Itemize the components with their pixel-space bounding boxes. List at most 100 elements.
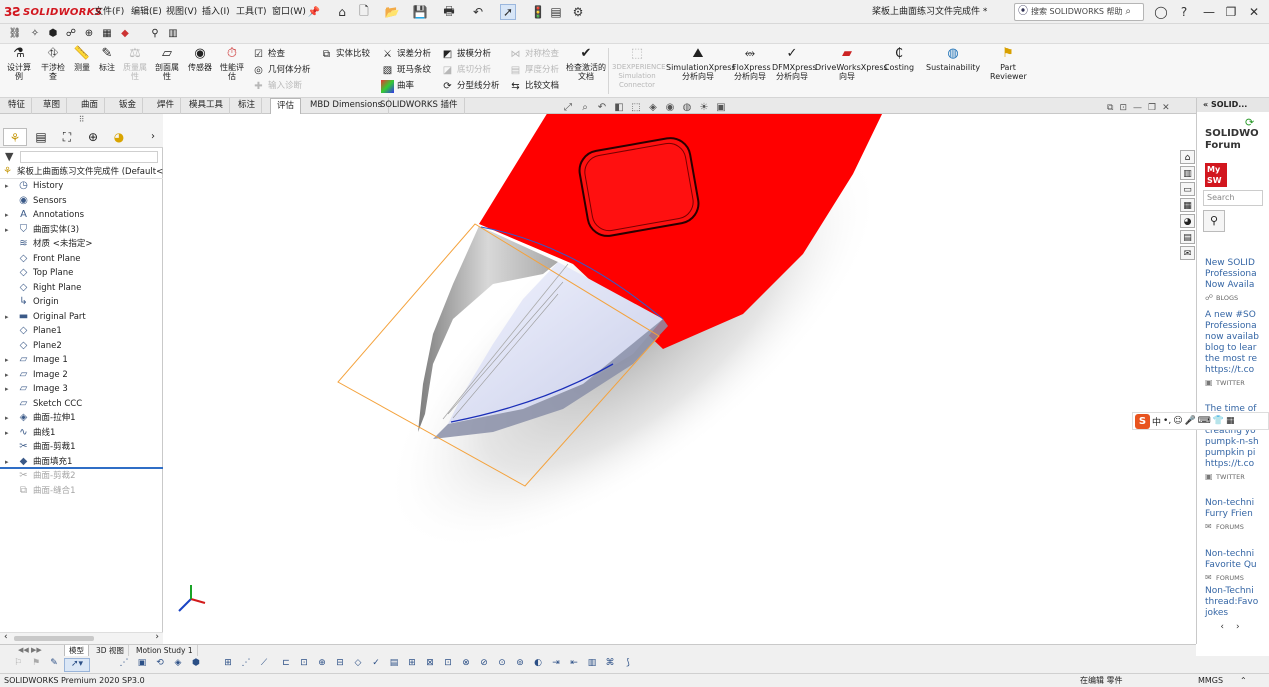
toolbar-icon-5[interactable]: ⊕	[82, 26, 96, 41]
tab-sketch[interactable]: 草图	[37, 98, 68, 114]
menu-file[interactable]: 文件(F)	[92, 4, 126, 20]
select-icon[interactable]: ➚	[500, 4, 516, 20]
markup-button[interactable]: ✎ 标注	[95, 46, 119, 72]
custom-properties-icon[interactable]: ▤	[1180, 230, 1195, 244]
expand-arrow-icon[interactable]: ▸	[5, 382, 9, 396]
tab-surfaces[interactable]: 曲面	[75, 98, 106, 114]
tree-item[interactable]: ▸ ◆ 曲面填充1	[0, 455, 163, 470]
expand-arrow-icon[interactable]: ▸	[5, 179, 9, 193]
scroll-left-icon[interactable]: ‹	[4, 632, 8, 642]
feed-item-text[interactable]: the most re	[1205, 354, 1257, 365]
tool-icon-32[interactable]: ⟆	[622, 658, 634, 672]
tool-icon-25[interactable]: ⊙	[496, 658, 508, 672]
tree-item[interactable]: ▸ ▱ Image 2	[0, 368, 163, 383]
toolbar-icon-7[interactable]: ◆	[118, 26, 132, 41]
view-settings-icon[interactable]: ▣	[713, 102, 729, 116]
tool-icon-21[interactable]: ⊠	[424, 658, 436, 672]
view-orientation-icon[interactable]: ⬚	[628, 102, 644, 116]
minimize-button[interactable]: —	[1198, 2, 1220, 22]
parting-line-analysis-button[interactable]: ⟳ 分型线分析	[441, 79, 499, 94]
feed-item-text[interactable]: https://t.co	[1205, 365, 1254, 376]
feed-item-text[interactable]: jokes	[1205, 608, 1228, 619]
tree-item[interactable]: ⧉ 曲面-缝合1	[0, 484, 163, 499]
new-file-icon[interactable]: 🗋	[356, 4, 372, 20]
expand-arrow-icon[interactable]: ▸	[5, 208, 9, 222]
home-icon[interactable]: ⌂	[334, 4, 350, 20]
tree-root[interactable]: ⚘ 桨板上曲面练习文件完成件 (Default<<Default	[0, 164, 163, 179]
sogou-logo-icon[interactable]: S	[1135, 413, 1150, 429]
ime-emoji-icon[interactable]: ☺	[1173, 416, 1182, 426]
mysolidworks-logo[interactable]: My SW	[1205, 163, 1227, 187]
tree-item[interactable]: ▸ ▱ Image 1	[0, 353, 163, 368]
horizontal-scrollbar[interactable]: ‹ ›	[0, 632, 163, 644]
viewport-close-icon[interactable]: ✕	[1162, 103, 1170, 117]
mass-properties-button[interactable]: ⚖ 质量属性	[120, 46, 150, 81]
tree-item[interactable]: ◉ Sensors	[0, 194, 163, 209]
tree-item[interactable]: ✂ 曲面-剪裁1	[0, 440, 163, 455]
interference-check-button[interactable]: ⛗ 干涉检查	[38, 46, 68, 81]
floxpress-button[interactable]: ⥈ FloXpress 分析向导	[732, 46, 771, 81]
zebra-stripes-button[interactable]: ▧ 斑马条纹	[381, 63, 431, 78]
menu-view[interactable]: 视图(V)	[164, 4, 199, 20]
tool-icon-27[interactable]: ◐	[532, 658, 544, 672]
tab-markup[interactable]: 标注	[232, 98, 263, 114]
viewport-restore-icon[interactable]: ❐	[1148, 103, 1156, 117]
tab-evaluate[interactable]: 评估	[270, 98, 302, 114]
deviation-analysis-button[interactable]: ⚔ 误差分析	[381, 47, 431, 62]
tree-item[interactable]: ▸ ⛉ 曲面实体(3)	[0, 223, 163, 238]
tree-item[interactable]: ▱ Sketch CCC	[0, 397, 163, 412]
tool-icon-24[interactable]: ⊘	[478, 658, 490, 672]
tool-icon-16[interactable]: ⊟	[334, 658, 346, 672]
symmetry-check-button[interactable]: ⋈ 对称检查	[509, 47, 560, 62]
tool-icon-18[interactable]: ✓	[370, 658, 382, 672]
view-palette-icon[interactable]: ▦	[1180, 198, 1195, 212]
feed-item-text[interactable]: A new #SO	[1205, 310, 1256, 321]
tool-icon-3[interactable]: ✎	[48, 658, 60, 672]
viewport-expand-icon[interactable]: ⊡	[1119, 103, 1127, 117]
toolbar-icon-3[interactable]: ⬢	[46, 26, 60, 41]
panel-grip[interactable]: ⠿	[0, 114, 163, 126]
undo-icon[interactable]: ↶	[470, 4, 486, 20]
tool-icon-2[interactable]: ⚑	[30, 658, 42, 672]
model-viewport[interactable]	[163, 114, 1196, 644]
tree-item[interactable]: ▸ ▬ Original Part	[0, 310, 163, 325]
task-pane-search-button[interactable]: ⚲	[1203, 210, 1225, 232]
menu-window[interactable]: 窗口(W)	[270, 4, 308, 20]
zoom-to-area-icon[interactable]: ⌕	[577, 102, 593, 116]
tree-item[interactable]: ◇ Plane2	[0, 339, 163, 354]
toolbar-icon-9[interactable]: ▥	[166, 26, 180, 41]
toolbar-icon-1[interactable]: ⛓	[8, 26, 22, 41]
section-view-icon[interactable]: ◧	[611, 102, 627, 116]
chevron-right-icon[interactable]: ›	[141, 128, 165, 146]
expand-arrow-icon[interactable]: ▸	[5, 223, 9, 237]
tool-icon-5[interactable]: ⋰	[118, 658, 130, 672]
status-units[interactable]: MMGS	[1198, 674, 1223, 687]
file-explorer-icon[interactable]: ▭	[1180, 182, 1195, 196]
tree-item[interactable]: ▸ ◈ 曲面-拉伸1	[0, 411, 163, 426]
design-study-button[interactable]: ⚗ 设计算例	[4, 46, 34, 81]
tool-icon-23[interactable]: ⊗	[460, 658, 472, 672]
toolbar-icon-4[interactable]: ☍	[64, 26, 78, 41]
tool-icon-9[interactable]: ⬢	[190, 658, 202, 672]
tab-solidworks-addins[interactable]: SOLIDWORKS 插件	[374, 98, 465, 114]
dfmxpress-button[interactable]: ✓ DFMXpress 分析向导	[772, 46, 817, 81]
feed-item-text[interactable]: https://t.co	[1205, 459, 1254, 470]
menu-tools[interactable]: 工具(T)	[234, 4, 269, 20]
restore-button[interactable]: ❐	[1220, 2, 1242, 22]
apply-scene-icon[interactable]: ☀	[696, 102, 712, 116]
graphics-area[interactable]	[163, 114, 1196, 644]
edit-appearance-icon[interactable]: ◍	[679, 102, 695, 116]
simulation-connector-button[interactable]: ⬚ 3DEXPERIENCE Simulation Connector	[612, 46, 666, 90]
tool-icon-30[interactable]: ▥	[586, 658, 598, 672]
viewport-tile-icon[interactable]: ⧉	[1107, 103, 1113, 117]
ime-punctuation-icon[interactable]: •,	[1163, 416, 1171, 426]
feed-item-text[interactable]: New SOLID	[1205, 258, 1255, 269]
previous-view-icon[interactable]: ↶	[594, 102, 610, 116]
tab-mold-tools[interactable]: 模具工具	[183, 98, 231, 114]
help-icon[interactable]: ?	[1173, 2, 1195, 22]
feed-item-text[interactable]: Non-techni	[1205, 498, 1254, 509]
tree-item[interactable]: ◇ Front Plane	[0, 252, 163, 267]
tab-sheet-metal[interactable]: 钣金	[113, 98, 144, 114]
pin-icon[interactable]: 📌	[306, 4, 322, 20]
design-library-icon[interactable]: ▥	[1180, 166, 1195, 180]
